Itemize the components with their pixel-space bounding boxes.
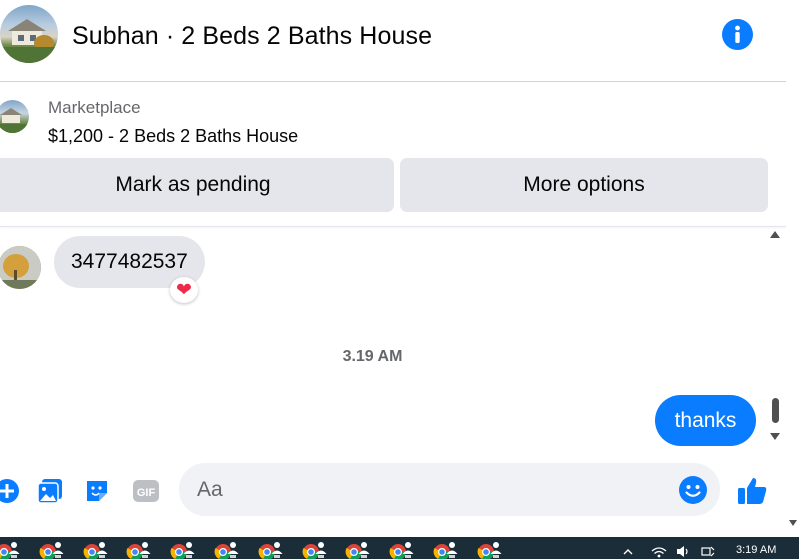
mark-as-pending-button[interactable]: Mark as pending [0, 158, 394, 212]
more-options-button[interactable]: More options [400, 158, 768, 212]
scroll-down-arrow[interactable] [770, 433, 780, 440]
chrome-user-icon[interactable] [169, 540, 199, 559]
heart-reaction-icon[interactable]: ❤ [170, 277, 198, 303]
corner-scroll-arrow [789, 520, 797, 526]
conversation-header: Subhan · 2 Beds 2 Baths House [0, 0, 786, 82]
chrome-user-icon[interactable] [344, 540, 374, 559]
chrome-user-icon[interactable] [476, 540, 506, 559]
chrome-user-icon[interactable] [38, 540, 68, 559]
like-icon[interactable] [736, 474, 770, 508]
emoji-icon[interactable] [678, 475, 708, 505]
listing-title[interactable]: $1,200 - 2 Beds 2 Baths House [48, 126, 298, 147]
scrollbar-thumb[interactable] [772, 398, 779, 423]
gif-icon[interactable]: GIF [131, 476, 161, 506]
chrome-user-icon[interactable] [82, 540, 112, 559]
divider [0, 226, 786, 227]
taskbar-clock[interactable]: 3:19 AM [736, 544, 776, 556]
chrome-user-icon[interactable] [257, 540, 287, 559]
svg-text:GIF: GIF [137, 487, 156, 499]
contact-avatar[interactable] [0, 5, 58, 63]
outgoing-message[interactable]: thanks [655, 395, 756, 446]
chrome-user-icon[interactable] [0, 540, 24, 559]
scroll-up-arrow[interactable] [770, 231, 780, 238]
wifi-icon[interactable] [650, 544, 668, 559]
plus-icon[interactable] [0, 476, 22, 506]
sticker-icon[interactable] [82, 476, 112, 506]
conversation-title: Subhan · 2 Beds 2 Baths House [72, 22, 433, 50]
chrome-user-icon[interactable] [213, 540, 243, 559]
chrome-user-icon[interactable] [432, 540, 462, 559]
info-icon[interactable] [722, 19, 753, 50]
incoming-message-text: 3477482537 [71, 250, 188, 273]
network-icon[interactable] [700, 544, 716, 559]
message-input[interactable] [179, 463, 720, 516]
outgoing-message-text: thanks [674, 408, 737, 432]
marketplace-label: Marketplace [48, 98, 141, 117]
image-icon[interactable] [35, 476, 65, 506]
sender-avatar[interactable] [0, 246, 41, 289]
message-timestamp: 3.19 AM [342, 348, 403, 365]
chrome-user-icon[interactable] [388, 540, 418, 559]
listing-thumbnail[interactable] [0, 100, 29, 133]
chevron-up-icon[interactable] [622, 544, 634, 559]
chrome-user-icon[interactable] [301, 540, 331, 559]
heart-reaction-glyph: ❤ [176, 279, 192, 301]
volume-icon[interactable] [675, 544, 691, 559]
chrome-user-icon[interactable] [125, 540, 155, 559]
